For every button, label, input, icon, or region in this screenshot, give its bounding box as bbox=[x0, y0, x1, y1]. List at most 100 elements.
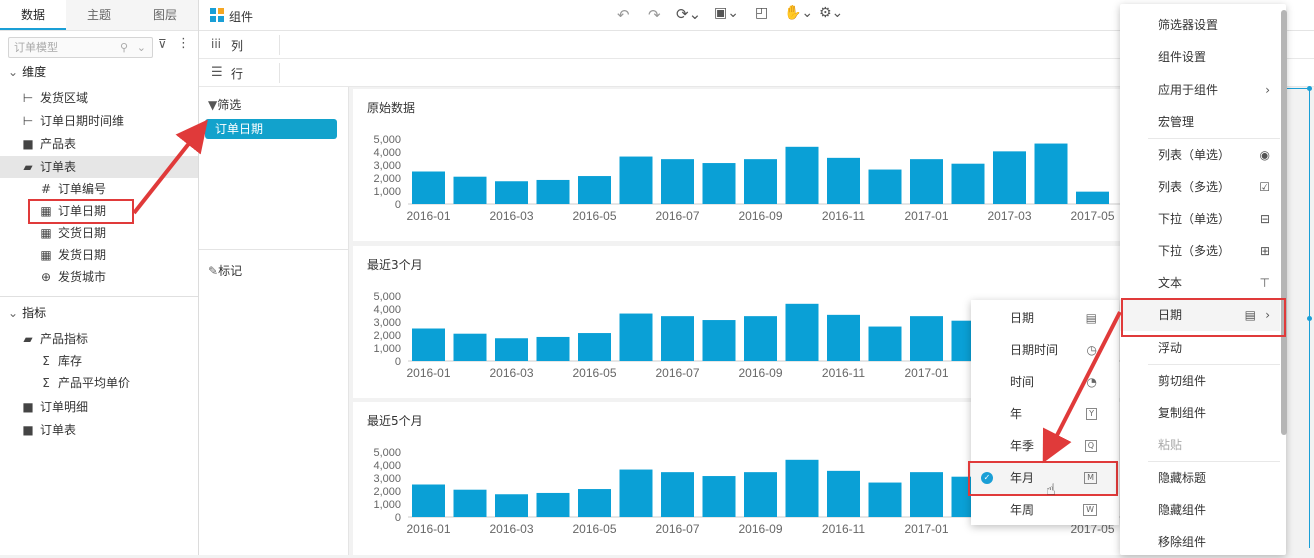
tree-item-product-measures[interactable]: ▰ 产品指标 bbox=[20, 328, 88, 350]
field-avg-price[interactable]: Σ 产品平均单价 bbox=[38, 372, 130, 394]
redo-icon[interactable]: ↷ bbox=[648, 6, 661, 24]
funnel-icon: ▼ bbox=[208, 98, 218, 112]
bar bbox=[578, 176, 611, 204]
dropdown-single-icon: ⊟ bbox=[1259, 212, 1270, 226]
model-select[interactable]: 订单模型 ⚲ ⌄ bbox=[8, 37, 153, 58]
filter-panel: ▼筛选 订单日期 ✎标记 bbox=[199, 87, 349, 555]
bar bbox=[578, 489, 611, 517]
more-options-icon[interactable]: ⋮ bbox=[177, 36, 190, 51]
field-ship-city[interactable]: ⊕ 发货城市 bbox=[38, 266, 106, 288]
model-select-placeholder: 订单模型 bbox=[14, 41, 58, 54]
column-shelf-label: 列 bbox=[231, 39, 244, 53]
menu-item-text[interactable]: 文本 ⊤ bbox=[1120, 267, 1280, 299]
hand-tool-icon[interactable]: ✋⌄ bbox=[784, 5, 813, 21]
menu-item-remove-component[interactable]: 移除组件 bbox=[1120, 526, 1280, 558]
data-panel: 数据 主题 图层 订单模型 ⚲ ⌄ ⊽ ⋮ ⌄ 维度 ⊢ 发货区域 ⊢ 订单日期时间维… bbox=[0, 0, 199, 555]
bar bbox=[1076, 191, 1109, 204]
menu-item-component-settings[interactable]: 组件设置 bbox=[1120, 41, 1280, 73]
tree-item-product-table[interactable]: ■ 产品表 bbox=[20, 133, 76, 155]
submenu-item-year-quarter[interactable]: 年季 Q bbox=[971, 430, 1119, 462]
resize-handle[interactable] bbox=[1307, 86, 1312, 91]
bar bbox=[453, 333, 487, 361]
submenu-item-year-week[interactable]: 年周 W bbox=[971, 494, 1119, 526]
y-tick-label: 5,000 bbox=[373, 291, 401, 303]
tab-theme[interactable]: 主题 bbox=[66, 0, 132, 30]
x-tick-label: 2017-01 bbox=[904, 209, 948, 223]
panel-tabs: 数据 主题 图层 bbox=[0, 0, 198, 31]
preview-icon[interactable]: ◰ bbox=[755, 5, 768, 21]
menu-scrollbar[interactable] bbox=[1281, 10, 1287, 435]
x-tick-label: 2016-01 bbox=[406, 366, 450, 380]
globe-icon: ⊕ bbox=[40, 270, 52, 284]
bar bbox=[453, 176, 487, 204]
menu-item-cut[interactable]: 剪切组件 bbox=[1120, 365, 1280, 397]
radio-icon: ◉ bbox=[1259, 148, 1270, 162]
hierarchy-icon: ⊢ bbox=[22, 91, 34, 105]
filter-chip-order-date[interactable]: 订单日期 bbox=[205, 119, 337, 139]
tree-item-order-detail[interactable]: ■ 订单明细 bbox=[20, 396, 88, 418]
chart-card-raw[interactable]: 原始数据 5,000 4,000 3,000 2,000 1,000 0 2016-01 20… bbox=[353, 89, 1123, 241]
bar bbox=[495, 338, 528, 361]
y-tick-label: 4,000 bbox=[373, 460, 401, 472]
bar bbox=[785, 303, 819, 361]
menu-item-list-single[interactable]: 列表（单选） ◉ bbox=[1120, 139, 1280, 171]
menu-item-macro-manager[interactable]: 宏管理 bbox=[1120, 106, 1280, 138]
sigma-icon: Σ bbox=[42, 376, 50, 390]
tab-data[interactable]: 数据 bbox=[0, 0, 66, 30]
bar bbox=[702, 320, 736, 361]
tree-item-order-date-dim[interactable]: ⊢ 订单日期时间维 bbox=[20, 110, 124, 132]
y-tick-label: 5,000 bbox=[373, 134, 401, 146]
bar bbox=[910, 316, 943, 361]
resize-handle[interactable] bbox=[1307, 316, 1312, 321]
menu-item-hide-component[interactable]: 隐藏组件 bbox=[1120, 494, 1280, 526]
quarter-icon: Q bbox=[1084, 440, 1097, 452]
bar bbox=[744, 159, 777, 204]
menu-item-filter-settings[interactable]: 筛选器设置 bbox=[1120, 9, 1280, 41]
hand-cursor-icon: ☝ bbox=[1046, 480, 1056, 499]
submenu-item-year[interactable]: 年Y bbox=[971, 398, 1119, 430]
mark-title: ✎标记 bbox=[208, 264, 243, 278]
submenu-item-datetime[interactable]: 日期时间 ◷ bbox=[971, 334, 1119, 366]
x-tick-label: 2016-11 bbox=[822, 366, 865, 380]
dimension-header[interactable]: ⌄ 维度 bbox=[8, 61, 46, 83]
bar bbox=[827, 470, 860, 517]
field-order-id[interactable]: # 订单编号 bbox=[38, 178, 106, 200]
calendar-clock-icon: ◷ bbox=[1086, 343, 1097, 357]
tree-item-order-table[interactable]: ▰ 订单表 bbox=[20, 156, 76, 178]
x-tick-label: 2016-05 bbox=[572, 209, 616, 223]
menu-item-paste[interactable]: 粘贴 bbox=[1120, 429, 1280, 461]
menu-item-list-multi[interactable]: 列表（多选） ☑ bbox=[1120, 171, 1280, 203]
settings-icon[interactable]: ⚙⌄ bbox=[819, 5, 843, 21]
submenu-item-date[interactable]: 日期 ▤ bbox=[971, 302, 1119, 334]
filter-fields-icon[interactable]: ⊽ bbox=[158, 37, 167, 51]
tree-item-ship-region[interactable]: ⊢ 发货区域 bbox=[20, 87, 88, 109]
bar bbox=[412, 171, 445, 204]
field-stock[interactable]: Σ 库存 bbox=[38, 350, 82, 372]
submenu-item-time[interactable]: 时间 ◔ bbox=[971, 366, 1119, 398]
search-icon: ⚲ bbox=[119, 41, 128, 54]
field-delivery-date[interactable]: ▦ 交货日期 bbox=[38, 222, 106, 244]
chevron-right-icon: › bbox=[1265, 83, 1270, 97]
menu-item-dropdown-single[interactable]: 下拉（单选） ⊟ bbox=[1120, 203, 1280, 235]
refresh-icon[interactable]: ⟳⌄ bbox=[676, 5, 701, 23]
field-ship-date[interactable]: ▦ 发货日期 bbox=[38, 244, 106, 266]
tree-item-order-table-2[interactable]: ■ 订单表 bbox=[20, 419, 76, 441]
menu-item-hide-title[interactable]: 隐藏标题 bbox=[1120, 462, 1280, 494]
bar-chart-raw: 5,0004,0003,0002,0001,0000 2016-01 2016-03… bbox=[373, 134, 1123, 223]
dropdown-multi-icon: ⊞ bbox=[1259, 244, 1270, 258]
measure-header[interactable]: ⌄ 指标 bbox=[8, 302, 46, 324]
menu-item-dropdown-multi[interactable]: 下拉（多选） ⊞ bbox=[1120, 235, 1280, 267]
x-tick-label: 2017-01 bbox=[904, 522, 948, 536]
bar bbox=[1034, 143, 1068, 204]
text-box-icon: ⊤ bbox=[1259, 276, 1270, 290]
y-tick-label: 1,000 bbox=[373, 499, 401, 511]
menu-item-copy[interactable]: 复制组件 bbox=[1120, 397, 1280, 429]
menu-item-apply-to-component[interactable]: 应用于组件 › bbox=[1120, 74, 1280, 106]
undo-icon[interactable]: ↶ bbox=[617, 6, 630, 24]
tab-layers[interactable]: 图层 bbox=[132, 0, 198, 30]
bar bbox=[868, 169, 902, 204]
bar bbox=[619, 469, 653, 517]
save-icon[interactable]: ▣⌄ bbox=[714, 5, 739, 21]
hash-icon: # bbox=[40, 182, 52, 196]
y-tick-label: 0 bbox=[395, 356, 401, 368]
